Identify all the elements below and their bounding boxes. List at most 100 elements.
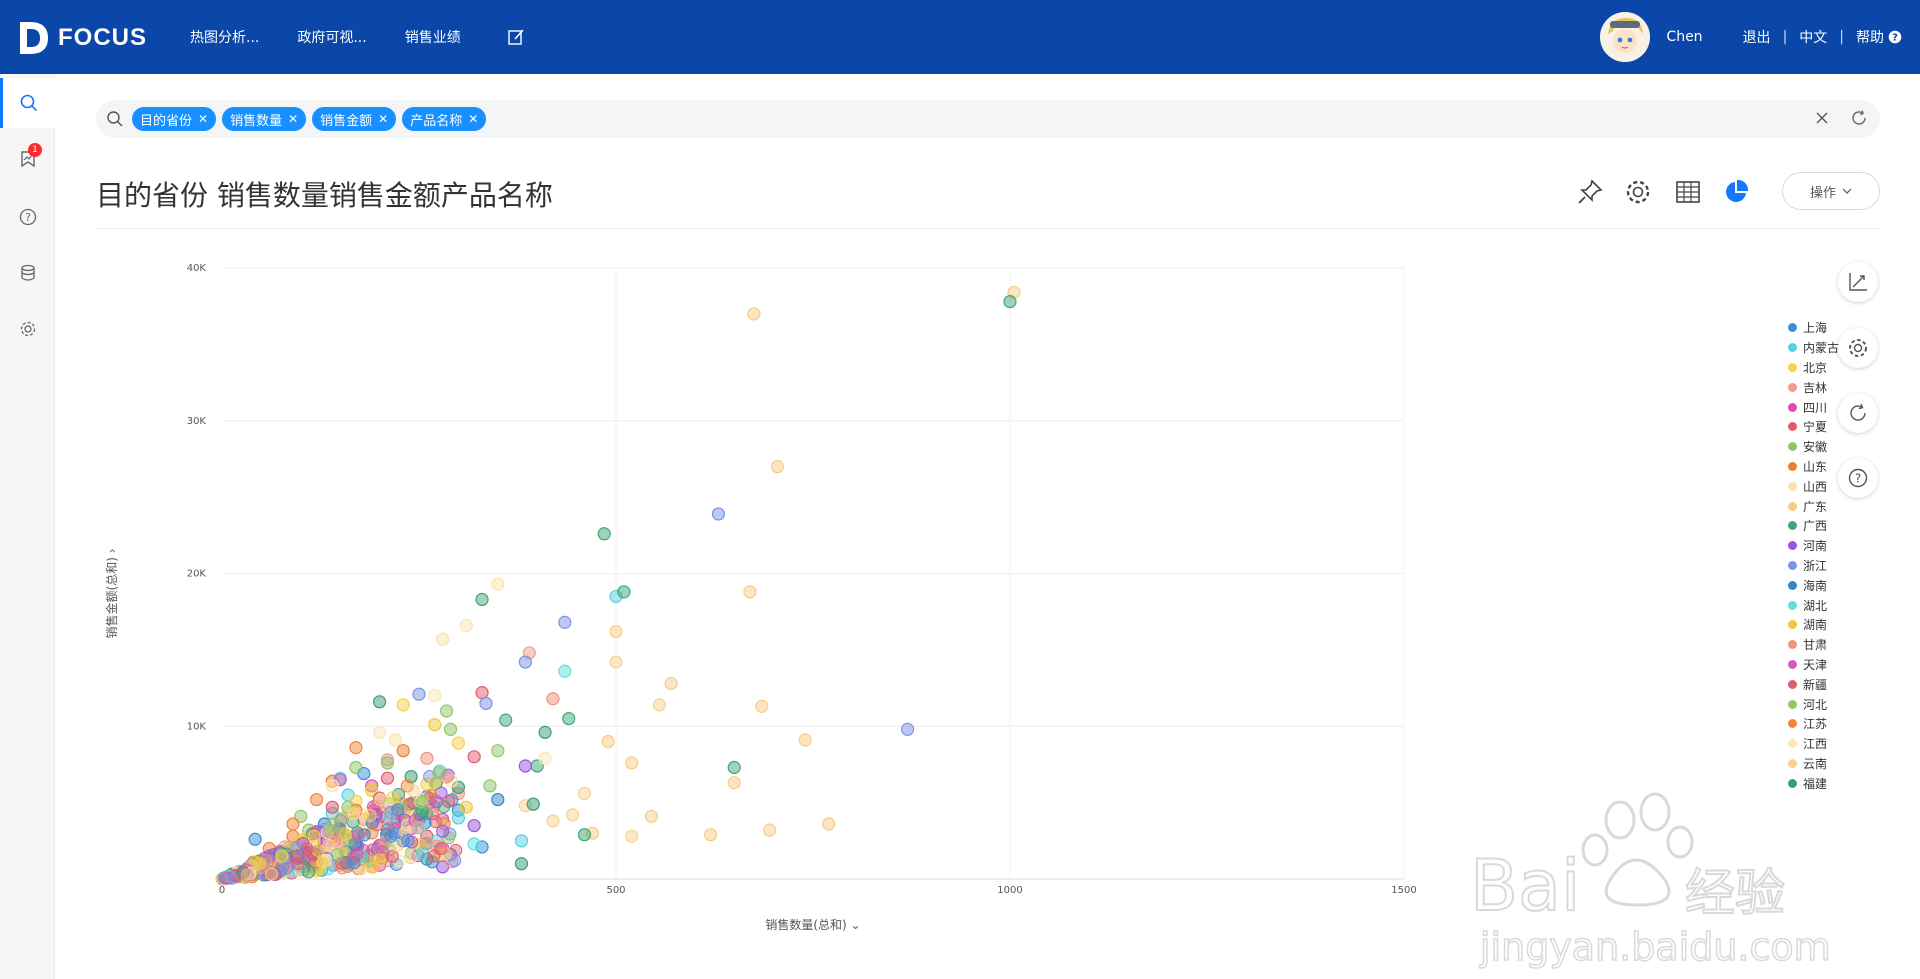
search-chip[interactable]: 销售数量 ✕ bbox=[222, 107, 307, 131]
question-icon: ? bbox=[19, 208, 36, 226]
search-icon bbox=[107, 111, 123, 127]
clear-icon[interactable] bbox=[1814, 110, 1830, 126]
legend-label: 河南 bbox=[1803, 539, 1828, 554]
legend-item[interactable]: 广东 bbox=[1788, 496, 1839, 516]
legend-item[interactable]: 天津 bbox=[1788, 655, 1839, 675]
scatter-point bbox=[483, 779, 497, 793]
pin-icon[interactable] bbox=[1576, 178, 1604, 206]
legend-item[interactable]: 河北 bbox=[1788, 694, 1839, 714]
user-name[interactable]: Chen bbox=[1666, 29, 1702, 45]
sidebar-item-pinboard[interactable]: 1 bbox=[0, 134, 55, 184]
legend-item[interactable]: 四川 bbox=[1788, 397, 1839, 417]
legend-dot bbox=[1788, 659, 1797, 669]
nav-item-sales[interactable]: 销售业绩 bbox=[405, 27, 461, 47]
scatter-point bbox=[388, 733, 402, 747]
chevron-down-icon bbox=[1842, 188, 1852, 194]
legend-item[interactable]: 广西 bbox=[1788, 516, 1839, 536]
legend-item[interactable]: 山西 bbox=[1788, 476, 1839, 496]
x-tick-label: 0 bbox=[219, 885, 225, 896]
refresh-chart-button[interactable] bbox=[1838, 393, 1878, 433]
sidebar-item-search[interactable] bbox=[0, 78, 55, 128]
scatter-point bbox=[315, 857, 329, 871]
scatter-point bbox=[451, 736, 465, 750]
language-link[interactable]: 中文 bbox=[1799, 27, 1827, 47]
legend-item[interactable]: 江西 bbox=[1788, 734, 1839, 754]
edit-icon[interactable] bbox=[507, 28, 525, 46]
legend-item[interactable]: 江苏 bbox=[1788, 714, 1839, 734]
legend-item[interactable]: 海南 bbox=[1788, 575, 1839, 595]
search-chip[interactable]: 产品名称 ✕ bbox=[402, 107, 487, 131]
chip-close-icon[interactable]: ✕ bbox=[288, 112, 298, 126]
legend-item[interactable]: 甘肃 bbox=[1788, 635, 1839, 655]
legend-dot bbox=[1788, 560, 1797, 570]
x-tick-label: 1000 bbox=[997, 885, 1022, 896]
scatter-point bbox=[652, 698, 666, 712]
scatter-point bbox=[373, 695, 387, 709]
scatter-point bbox=[428, 718, 442, 732]
legend-label: 北京 bbox=[1803, 360, 1828, 375]
legend-item[interactable]: 湖南 bbox=[1788, 615, 1839, 635]
operations-button[interactable]: 操作 bbox=[1782, 172, 1880, 210]
legend-label: 天津 bbox=[1803, 657, 1828, 672]
scatter-point bbox=[577, 828, 592, 842]
chip-close-icon[interactable]: ✕ bbox=[198, 112, 208, 126]
scatter-point bbox=[309, 792, 324, 807]
chart-help-button[interactable]: ? bbox=[1838, 458, 1878, 498]
chip-close-icon[interactable]: ✕ bbox=[378, 112, 388, 126]
scatter-point bbox=[325, 800, 339, 814]
nav-item-heatmap[interactable]: 热图分析... bbox=[190, 27, 259, 47]
scatter-point bbox=[396, 744, 410, 758]
legend-dot bbox=[1788, 362, 1797, 372]
legend-item[interactable]: 宁夏 bbox=[1788, 417, 1839, 437]
scatter-point bbox=[491, 744, 505, 758]
scatter-point bbox=[275, 849, 289, 863]
scatter-point bbox=[396, 698, 410, 712]
legend-label: 海南 bbox=[1803, 578, 1828, 593]
chart-settings-button[interactable] bbox=[1838, 328, 1878, 368]
logo[interactable]: FOCUS bbox=[18, 18, 147, 58]
scatter-point bbox=[347, 807, 361, 821]
scatter-point bbox=[727, 776, 741, 790]
chart-legend: 上海内蒙古北京吉林 四川 宁夏 安徽 山东 山西 广东 广西河南浙江海南湖北 湖南 甘肃天津新疆河… bbox=[1788, 318, 1839, 793]
scatter-point bbox=[538, 725, 552, 739]
legend-item[interactable]: 安徽 bbox=[1788, 437, 1839, 457]
help-link[interactable]: 帮助 bbox=[1856, 27, 1884, 47]
legend-item[interactable]: 新疆 bbox=[1788, 674, 1839, 694]
legend-item[interactable]: 湖北 bbox=[1788, 595, 1839, 615]
scatter-point bbox=[412, 687, 426, 701]
table-icon[interactable] bbox=[1674, 178, 1702, 206]
scatter-point bbox=[451, 811, 465, 825]
legend-item[interactable]: 吉林 bbox=[1788, 377, 1839, 397]
scatter-point bbox=[385, 850, 399, 864]
legend-item[interactable]: 上海 bbox=[1788, 318, 1839, 338]
legend-label: 上海 bbox=[1803, 321, 1828, 336]
gear-icon[interactable] bbox=[1624, 178, 1652, 206]
search-chip[interactable]: 目的省份 ✕ bbox=[132, 107, 217, 131]
separator: | bbox=[1839, 29, 1844, 45]
search-chip[interactable]: 销售金额 ✕ bbox=[312, 107, 397, 131]
scatter-point bbox=[338, 828, 352, 842]
gear-icon bbox=[1849, 339, 1867, 357]
legend-item[interactable]: 河南 bbox=[1788, 536, 1839, 556]
legend-item[interactable]: 内蒙古 bbox=[1788, 338, 1839, 358]
axis-settings-button[interactable] bbox=[1838, 262, 1878, 302]
legend-item[interactable]: 山东 bbox=[1788, 457, 1839, 477]
y-tick-label: 30K bbox=[187, 416, 207, 427]
chip-close-icon[interactable]: ✕ bbox=[468, 112, 478, 126]
avatar[interactable] bbox=[1600, 12, 1651, 62]
separator: | bbox=[1782, 29, 1788, 45]
nav-item-government[interactable]: 政府可视... bbox=[297, 27, 366, 47]
help-icon[interactable]: ? bbox=[1888, 30, 1902, 44]
legend-item[interactable]: 浙江 bbox=[1788, 556, 1839, 576]
search-bar[interactable]: 目的省份 ✕ 销售数量 ✕ 销售金额 ✕ 产品名称 ✕ bbox=[96, 100, 1880, 138]
pie-chart-icon[interactable] bbox=[1722, 178, 1750, 206]
avatar-image-icon bbox=[1600, 12, 1651, 62]
sidebar-item-help[interactable]: ? bbox=[0, 192, 55, 242]
logout-link[interactable]: 退出 bbox=[1743, 27, 1771, 47]
legend-dot bbox=[1788, 640, 1797, 650]
scatter-point bbox=[439, 704, 454, 718]
scatter-point bbox=[372, 853, 386, 867]
refresh-icon[interactable] bbox=[1850, 109, 1868, 127]
x-axis-title: 销售数量(总和) ⌄ bbox=[765, 917, 860, 932]
legend-item[interactable]: 北京 bbox=[1788, 358, 1839, 378]
